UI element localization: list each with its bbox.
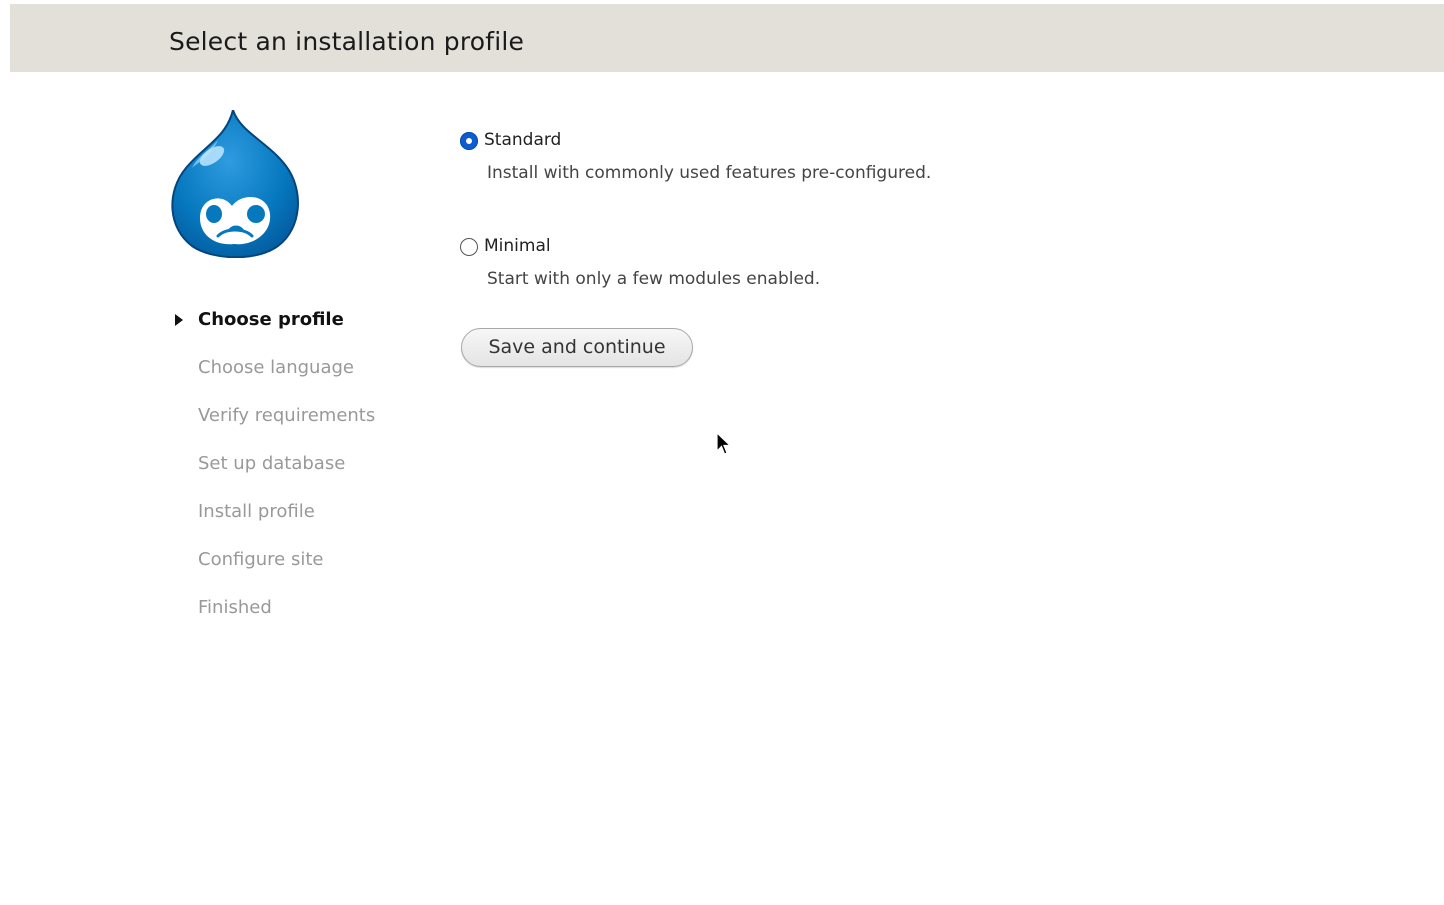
option-description-standard: Install with commonly used features pre-…: [487, 163, 932, 183]
radio-minimal[interactable]: [460, 238, 478, 256]
profile-option-minimal: Minimal Start with only a few modules en…: [460, 234, 1160, 340]
installer-steps: Choose profile Choose language Verify re…: [170, 304, 430, 640]
option-label-standard[interactable]: Standard: [484, 128, 561, 152]
step-label: Configure site: [198, 549, 324, 570]
radio-standard[interactable]: [460, 132, 478, 150]
step-label: Choose language: [198, 357, 354, 378]
step-label: Verify requirements: [198, 405, 376, 426]
step-label: Finished: [198, 597, 272, 618]
page-header: Select an installation profile: [10, 4, 1444, 72]
current-step-arrow-icon: [175, 314, 183, 326]
option-label-minimal[interactable]: Minimal: [484, 234, 551, 258]
page-title: Select an installation profile: [169, 27, 525, 56]
step-label: Install profile: [198, 501, 315, 522]
profile-option-row: Standard: [460, 128, 1160, 152]
step-label: Choose profile: [198, 309, 344, 330]
step-label: Set up database: [198, 453, 346, 474]
mouse-cursor-icon: [716, 431, 732, 456]
profile-option-standard: Standard Install with commonly used feat…: [460, 128, 1160, 234]
step-finished: Finished: [170, 592, 430, 640]
step-install-profile: Install profile: [170, 496, 430, 544]
step-choose-language: Choose language: [170, 352, 430, 400]
profile-options: Standard Install with commonly used feat…: [460, 128, 1160, 340]
step-verify-requirements: Verify requirements: [170, 400, 430, 448]
option-description-minimal: Start with only a few modules enabled.: [487, 269, 821, 289]
installer-page: Select an installation profile Choose pr…: [10, 4, 1444, 905]
step-set-up-database: Set up database: [170, 448, 430, 496]
step-configure-site: Configure site: [170, 544, 430, 592]
save-and-continue-button[interactable]: Save and continue: [461, 328, 693, 367]
profile-option-row: Minimal: [460, 234, 1160, 258]
drupal-logo-icon: [170, 106, 300, 259]
step-choose-profile: Choose profile: [170, 304, 430, 352]
